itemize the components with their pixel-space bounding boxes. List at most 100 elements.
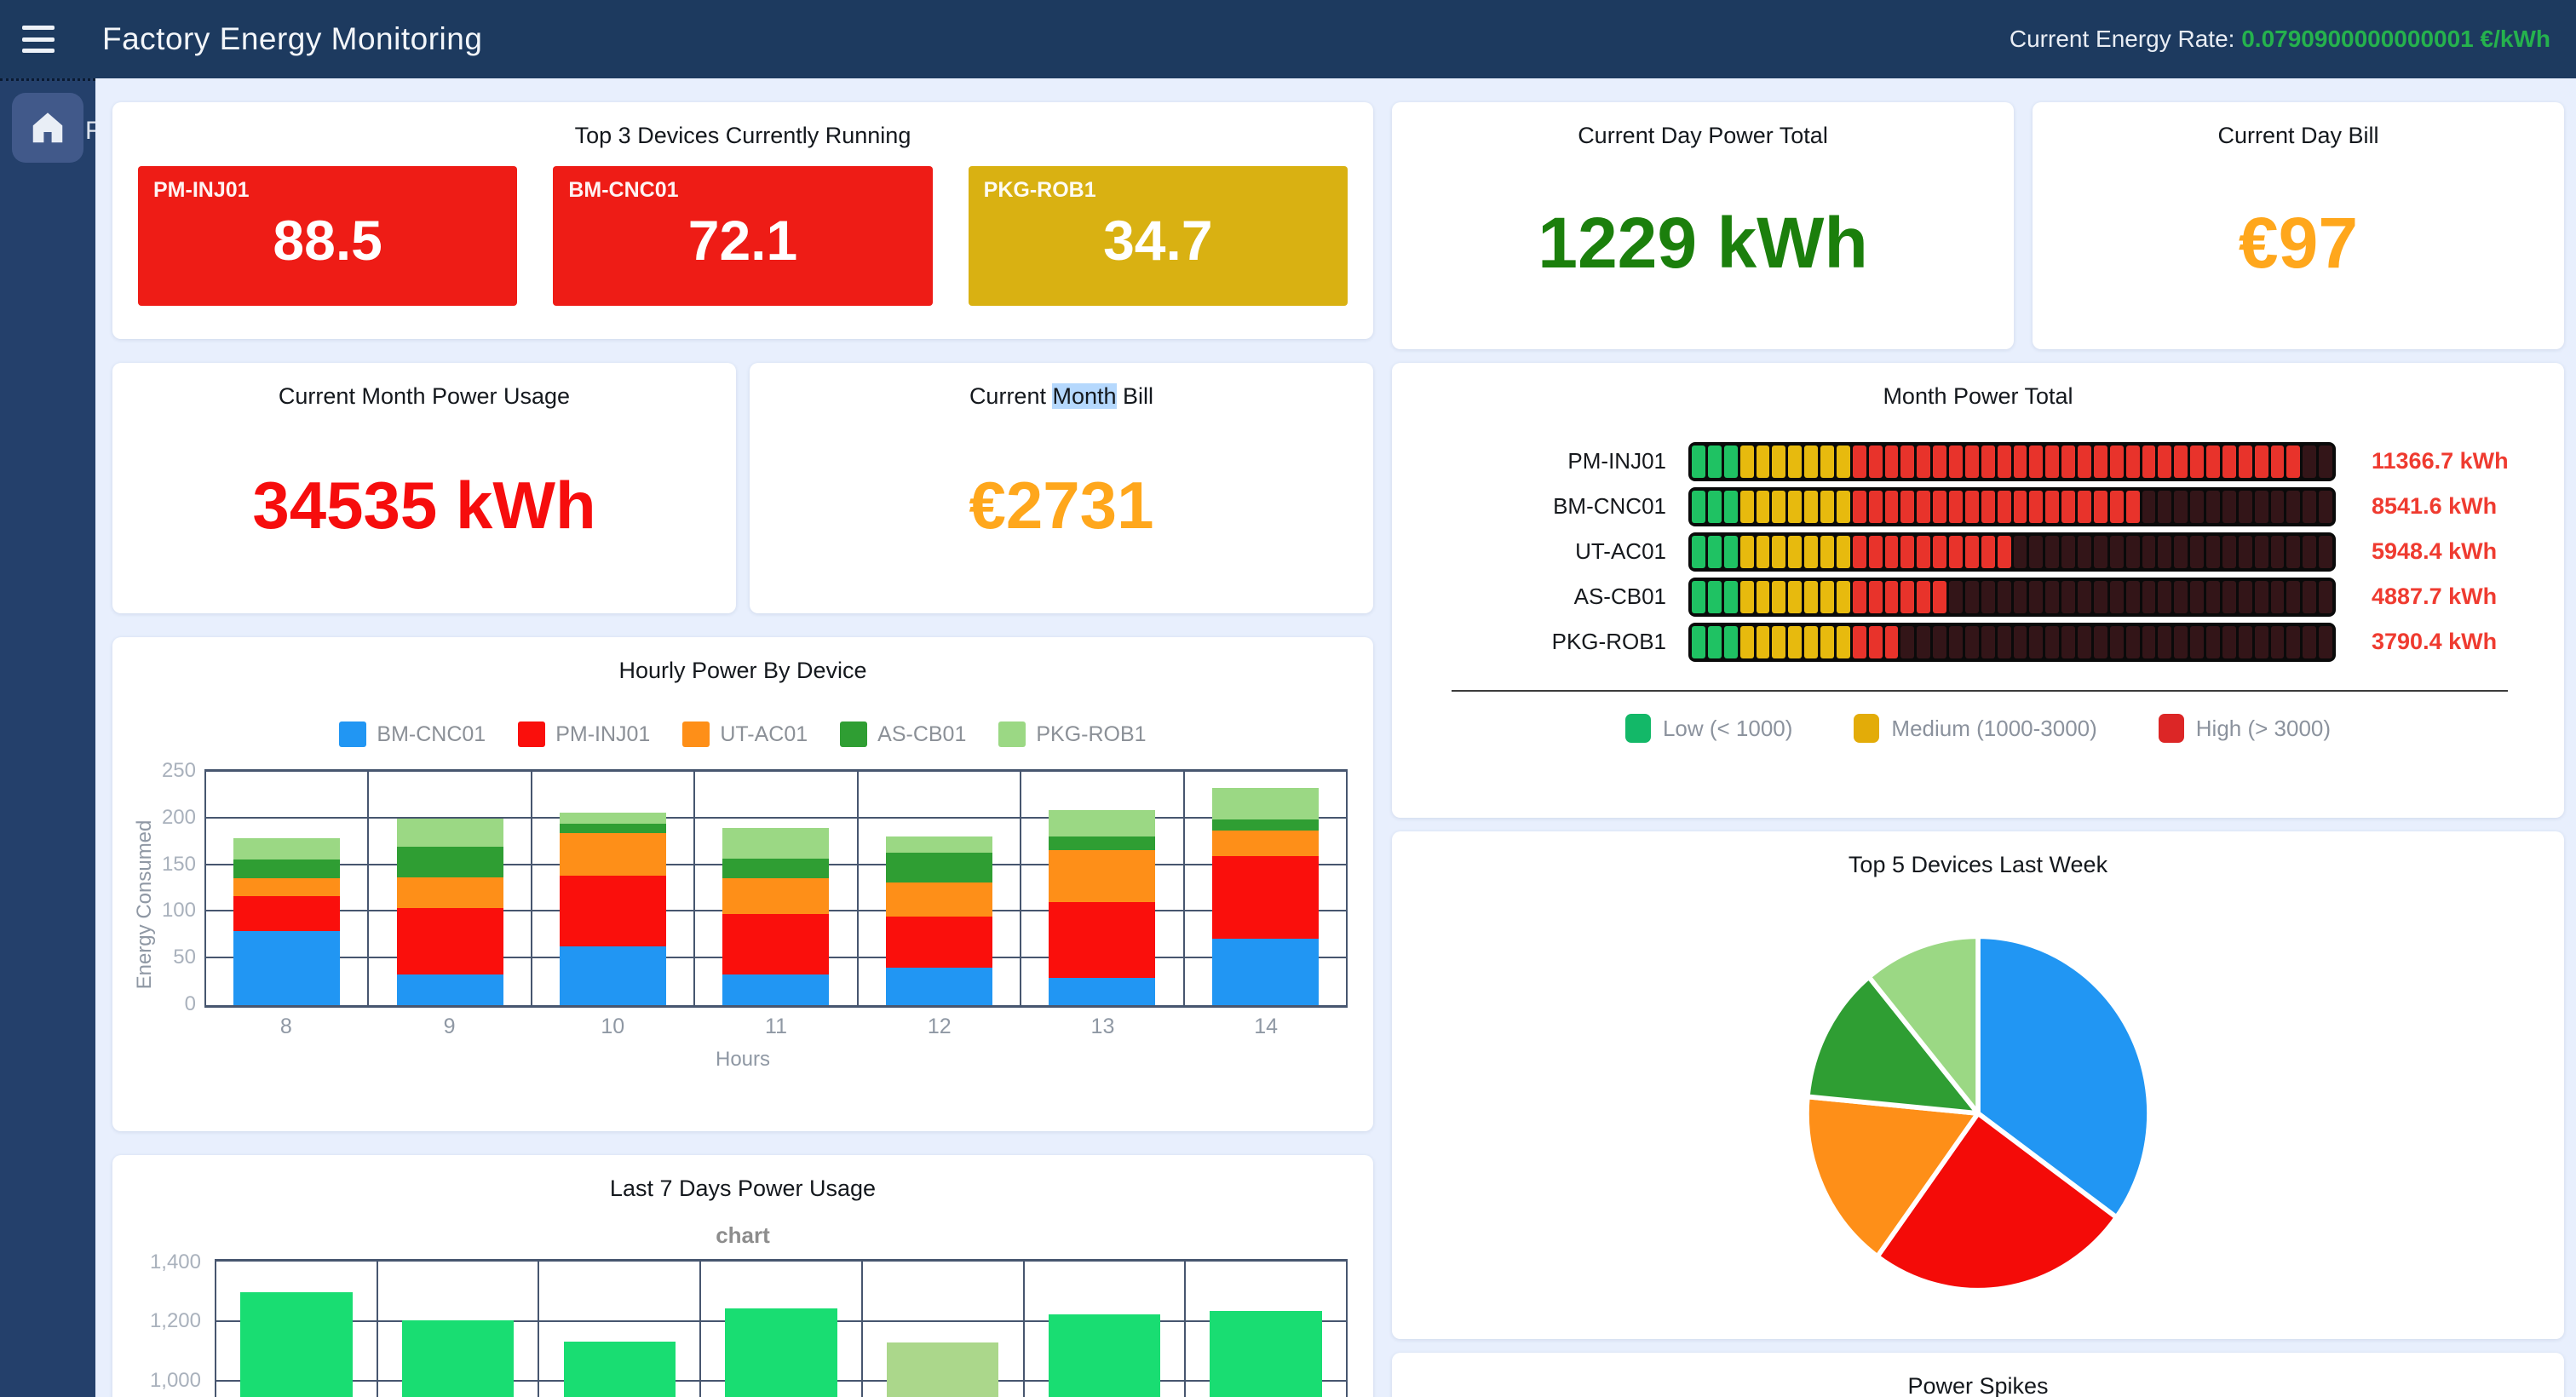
sidebar-item-home[interactable]: [12, 93, 83, 163]
card-last7-days: Last 7 Days Power Usage chart 1,4001,200…: [112, 1155, 1373, 1397]
card-day-power-total: Current Day Power Total 1229 kWh: [1392, 102, 2014, 349]
legend-item[interactable]: UT-AC01: [682, 721, 808, 747]
legend-swatch: [339, 721, 366, 747]
card-month-power-usage: Current Month Power Usage 34535 kWh: [112, 363, 736, 613]
led-segment: [2029, 581, 2043, 613]
bar-segment-BM-CNC01: [1049, 978, 1155, 1005]
bar-segment-PKG-ROB1: [1049, 810, 1155, 836]
bar: [240, 1292, 352, 1397]
led-segment: [1949, 491, 1963, 523]
led-segment: [2174, 536, 2188, 568]
led-segment: [1933, 626, 1946, 658]
card-title: Current Month Bill: [750, 363, 1373, 410]
led-segment: [2045, 446, 2059, 478]
x-tick-label: 11: [694, 1015, 858, 1039]
device-label: PM-INJ01: [1392, 448, 1688, 474]
chart-title: Last 7 Days Power Usage: [112, 1155, 1373, 1202]
led-segment: [1949, 581, 1963, 613]
led-segment: [1757, 536, 1770, 568]
legend-label: PM-INJ01: [555, 722, 650, 747]
device-label: AS-CB01: [1392, 584, 1688, 610]
led-segment: [2126, 536, 2140, 568]
led-segment: [1837, 626, 1850, 658]
bar: [1049, 1314, 1160, 1397]
led-segment: [1757, 626, 1770, 658]
led-segment: [2029, 536, 2043, 568]
led-segment: [2206, 581, 2220, 613]
led-segment: [2158, 626, 2171, 658]
led-segment: [1740, 581, 1754, 613]
led-gauge-row: AS-CB014887.7 kWh: [1392, 574, 2564, 619]
led-segment: [2029, 626, 2043, 658]
led-segment: [2239, 491, 2252, 523]
led-segment: [2029, 446, 2043, 478]
x-tick-label: 14: [1184, 1015, 1348, 1039]
led-segment: [1724, 491, 1738, 523]
device-tile: PKG-ROB134.7: [969, 166, 1348, 306]
led-segment: [2094, 626, 2107, 658]
card-title: Top 3 Devices Currently Running: [112, 102, 1373, 149]
led-segment: [1853, 626, 1866, 658]
bar-segment-PKG-ROB1: [233, 838, 340, 859]
bar-segment-UT-AC01: [560, 833, 666, 875]
bar-segment-AS-CB01: [1049, 836, 1155, 850]
bar-segment-PM-INJ01: [560, 876, 666, 946]
bar-segment-AS-CB01: [397, 847, 503, 877]
device-tile-label: PM-INJ01: [153, 178, 502, 203]
legend-item[interactable]: AS-CB01: [840, 721, 966, 747]
led-segment: [1804, 491, 1818, 523]
card-power-spikes: Power Spikes 130: [1392, 1353, 2564, 1397]
led-segment: [2255, 626, 2268, 658]
x-tick-label: 8: [204, 1015, 368, 1039]
legend-swatch: [2159, 714, 2184, 743]
day-power-total-value: 1229 kWh: [1392, 149, 2014, 349]
led-segment: [2206, 491, 2220, 523]
led-segment: [1724, 581, 1738, 613]
led-segment: [1724, 626, 1738, 658]
x-tick-label: 12: [858, 1015, 1021, 1039]
led-segment: [2286, 626, 2300, 658]
card-title: Current Day Power Total: [1392, 102, 2014, 149]
led-gauge-row: PKG-ROB13790.4 kWh: [1392, 619, 2564, 664]
led-segment: [1885, 491, 1899, 523]
legend-item[interactable]: BM-CNC01: [339, 721, 486, 747]
legend-item[interactable]: PM-INJ01: [518, 721, 650, 747]
stacked-bar: [886, 772, 992, 1005]
legend-item: Medium (1000-3000): [1854, 714, 2096, 743]
led-segment: [1772, 491, 1785, 523]
led-segment: [2078, 446, 2091, 478]
device-label: PKG-ROB1: [1392, 629, 1688, 655]
led-segment: [2094, 491, 2107, 523]
y-tick-label: 1,200: [141, 1309, 201, 1333]
month-power-usage-value: 34535 kWh: [112, 410, 736, 613]
device-tile-value: 88.5: [153, 208, 502, 273]
led-segment: [1949, 536, 1963, 568]
led-segment: [2319, 536, 2332, 568]
energy-rate-label: Current Energy Rate:: [2010, 26, 2235, 52]
led-segment: [1981, 446, 1995, 478]
led-segment: [1820, 491, 1834, 523]
led-segment: [1949, 626, 1963, 658]
led-segment: [2286, 446, 2300, 478]
hamburger-menu-icon[interactable]: [22, 26, 55, 53]
legend-label: Low (< 1000): [1663, 716, 1792, 742]
led-segment: [2286, 536, 2300, 568]
plot-slots: [206, 772, 1346, 1005]
category-slot: [206, 772, 369, 1005]
main-content: Top 3 Devices Currently Running PM-INJ01…: [95, 78, 2576, 1397]
led-segment: [1981, 536, 1995, 568]
led-segment: [2206, 626, 2220, 658]
bar-segment-BM-CNC01: [397, 974, 503, 1005]
bar-segment-PM-INJ01: [233, 896, 340, 932]
led-segment: [1917, 446, 1930, 478]
led-segment: [1804, 446, 1818, 478]
led-segment: [1820, 581, 1834, 613]
legend-label: BM-CNC01: [377, 722, 486, 747]
led-segment: [2045, 581, 2059, 613]
legend-item[interactable]: PKG-ROB1: [998, 721, 1146, 747]
bar: [402, 1320, 514, 1397]
card-title: Current Month Power Usage: [112, 363, 736, 410]
led-segment: [2286, 491, 2300, 523]
led-segment: [1837, 581, 1850, 613]
bar-segment-PKG-ROB1: [722, 828, 829, 859]
